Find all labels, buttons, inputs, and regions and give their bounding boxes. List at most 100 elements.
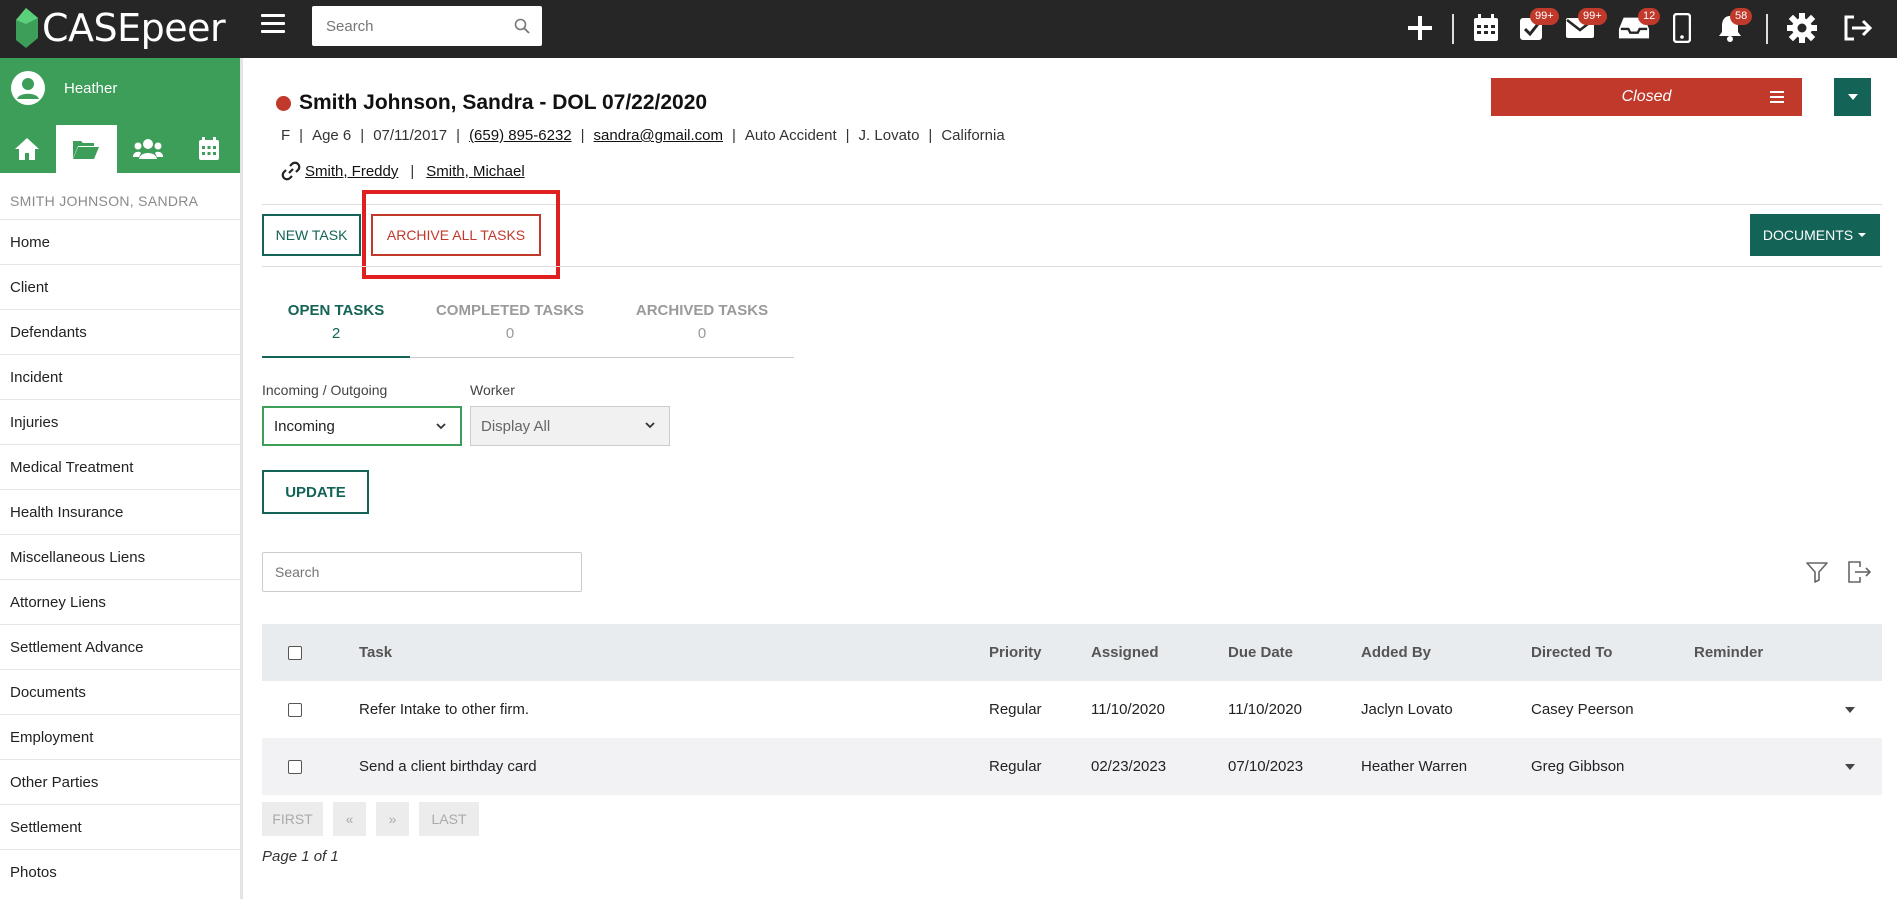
sidebar-item-photos[interactable]: Photos	[0, 849, 240, 894]
sidebar-item-defendants[interactable]: Defendants	[0, 309, 240, 354]
logout-icon[interactable]	[1842, 12, 1874, 44]
notifications-badge: 58	[1730, 8, 1753, 25]
home-tab[interactable]	[0, 125, 54, 173]
folder-open-icon	[73, 141, 100, 159]
sidebar-item-settlement-advance[interactable]: Settlement Advance	[0, 624, 240, 669]
tasks-badge: 99+	[1530, 8, 1559, 25]
first-page-button[interactable]: FIRST	[262, 802, 323, 836]
mail-icon[interactable]: 99+	[1564, 8, 1607, 44]
sidebar-item-medical-treatment[interactable]: Medical Treatment	[0, 444, 240, 489]
menu-icon[interactable]	[261, 14, 285, 38]
column-header-added-by[interactable]: Added By	[1361, 644, 1431, 661]
tab-completed-tasks[interactable]: COMPLETED TASKS 0	[410, 298, 610, 357]
select-all-checkbox[interactable]	[288, 645, 302, 660]
update-button[interactable]: UPDATE	[262, 470, 369, 514]
added-by-cell: Heather Warren	[1361, 758, 1468, 775]
row-expand-caret-icon[interactable]	[1844, 706, 1856, 714]
sidebar-nav: Home Client Defendants Incident Injuries Medi…	[0, 219, 240, 894]
prev-page-button[interactable]: «	[333, 802, 366, 836]
sidebar-item-client[interactable]: Client	[0, 264, 240, 309]
export-icon[interactable]	[1846, 560, 1872, 584]
row-checkbox[interactable]	[288, 702, 302, 717]
case-phone-link[interactable]: (659) 895-6232	[469, 127, 572, 144]
table-row[interactable]: Refer Intake to other firm. Regular 11/1…	[262, 681, 1882, 738]
sidebar-case-label: SMITH JOHNSON, SANDRA	[10, 193, 199, 209]
sidebar-item-documents[interactable]: Documents	[0, 669, 240, 714]
tab-open-tasks[interactable]: OPEN TASKS 2	[262, 298, 410, 358]
case-tab[interactable]	[55, 125, 118, 173]
row-expand-caret-icon[interactable]	[1844, 763, 1856, 771]
brand-name: CASEpeer	[42, 6, 226, 50]
caret-down-icon	[1847, 94, 1858, 100]
mail-badge: 99+	[1578, 8, 1607, 25]
priority-cell: Regular	[989, 701, 1042, 718]
sidebar-item-attorney-liens[interactable]: Attorney Liens	[0, 579, 240, 624]
column-header-reminder[interactable]: Reminder	[1694, 644, 1763, 661]
contacts-tab[interactable]	[117, 125, 178, 173]
next-page-button[interactable]: »	[376, 802, 409, 836]
sidebar-item-health-insurance[interactable]: Health Insurance	[0, 489, 240, 534]
sidebar-item-settlement[interactable]: Settlement	[0, 804, 240, 849]
case-email-link[interactable]: sandra@gmail.com	[594, 127, 723, 144]
inbox-icon[interactable]: 12	[1618, 8, 1661, 44]
documents-dropdown-button[interactable]: DOCUMENTS	[1750, 214, 1880, 256]
global-search-input[interactable]	[312, 6, 502, 46]
search-icon[interactable]	[514, 18, 530, 34]
page-info: Page 1 of 1	[262, 848, 339, 865]
tasks-table: Task Priority Assigned Due Date Added By…	[262, 624, 1882, 795]
plus-icon[interactable]	[1404, 12, 1436, 44]
task-search	[262, 552, 582, 592]
worker-filter-label: Worker	[470, 382, 515, 398]
related-case-link[interactable]: Smith, Freddy	[305, 163, 398, 180]
tab-archived-tasks[interactable]: ARCHIVED TASKS 0	[610, 298, 794, 357]
sidebar-item-injuries[interactable]: Injuries	[0, 399, 240, 444]
case-age: Age 6	[312, 127, 352, 144]
calendar-icon[interactable]	[1470, 12, 1502, 44]
assigned-cell: 11/10/2020	[1091, 701, 1165, 718]
sidebar-header: Heather	[0, 58, 240, 173]
casepeer-logo[interactable]: CASEpeer	[14, 4, 226, 52]
status-dropdown-button[interactable]	[1834, 78, 1871, 116]
sidebar-item-home[interactable]: Home	[0, 219, 240, 264]
gear-icon[interactable]	[1786, 12, 1818, 44]
home-icon	[14, 138, 39, 160]
calendar-small-icon	[199, 137, 220, 160]
new-task-button[interactable]: NEW TASK	[262, 214, 361, 256]
top-navbar: CASEpeer 99+ 99+ 12 58	[0, 0, 1897, 58]
worker-select[interactable]: Display All	[470, 406, 670, 446]
sidebar-item-other-parties[interactable]: Other Parties	[0, 759, 240, 804]
inbox-badge: 12	[1638, 8, 1661, 25]
column-header-directed-to[interactable]: Directed To	[1531, 644, 1612, 661]
case-status-button[interactable]: Closed	[1491, 78, 1802, 116]
task-cell: Refer Intake to other firm.	[359, 701, 530, 718]
user-avatar-icon	[11, 71, 45, 105]
bell-icon[interactable]: 58	[1714, 8, 1753, 44]
list-icon	[1770, 91, 1784, 106]
sidebar-item-incident[interactable]: Incident	[0, 354, 240, 399]
directed-to-cell: Greg Gibbson	[1531, 758, 1625, 775]
user-profile[interactable]: Heather	[10, 70, 117, 106]
sidebar-item-employment[interactable]: Employment	[0, 714, 240, 759]
calendar-tab[interactable]	[179, 125, 240, 173]
task-cell: Send a client birthday card	[359, 758, 537, 775]
assigned-cell: 02/23/2023	[1091, 758, 1167, 775]
tab-label: COMPLETED TASKS	[435, 302, 585, 319]
added-by-cell: Jaclyn Lovato	[1361, 701, 1453, 718]
column-header-due-date[interactable]: Due Date	[1228, 644, 1293, 661]
column-header-assigned[interactable]: Assigned	[1091, 644, 1159, 661]
last-page-button[interactable]: LAST	[419, 802, 479, 836]
sidebar: Heather SMITH JOHNSON, SANDRA Home Client…	[0, 58, 243, 899]
row-checkbox[interactable]	[288, 759, 302, 774]
table-row[interactable]: Send a client birthday card Regular 02/2…	[262, 738, 1882, 795]
column-header-priority[interactable]: Priority	[989, 644, 1042, 661]
sidebar-item-miscellaneous-liens[interactable]: Miscellaneous Liens	[0, 534, 240, 579]
related-case-link[interactable]: Smith, Michael	[426, 163, 524, 180]
task-tabs: OPEN TASKS 2 COMPLETED TASKS 0 ARCHIVED …	[262, 298, 794, 358]
filter-icon[interactable]	[1806, 561, 1828, 583]
direction-select[interactable]: Incoming	[262, 406, 462, 446]
tasks-icon[interactable]: 99+	[1516, 8, 1559, 44]
mobile-icon[interactable]	[1666, 12, 1698, 44]
column-header-task[interactable]: Task	[359, 644, 392, 661]
task-search-input[interactable]	[263, 553, 581, 591]
caret-down-icon	[1858, 233, 1867, 237]
